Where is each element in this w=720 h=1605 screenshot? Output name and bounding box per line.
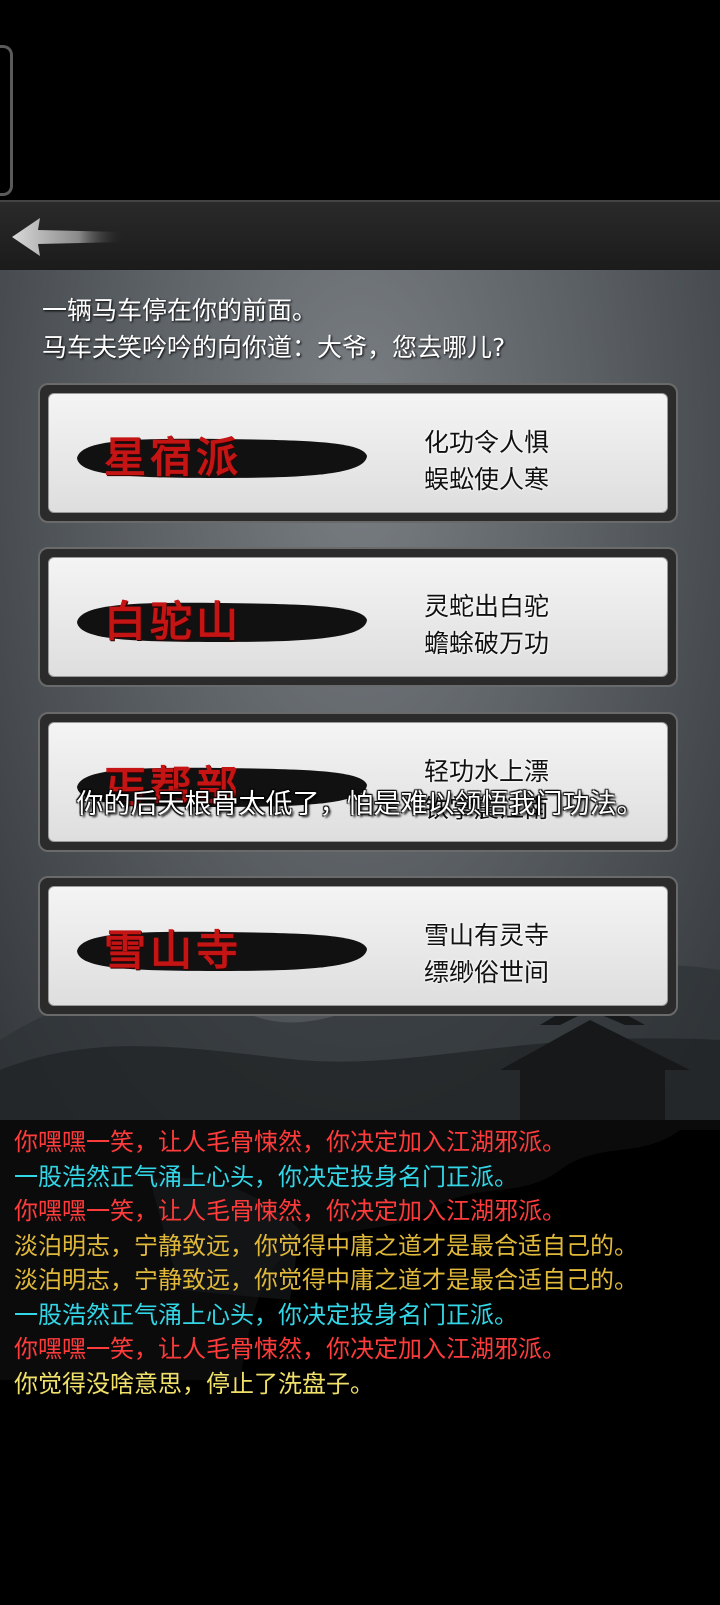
log-line: 你嘿嘿一笑，让人毛骨悚然，你决定加入江湖邪派。 <box>14 1197 566 1225</box>
sect-motto: 化功令人惧 蜈蚣使人寒 <box>424 424 644 498</box>
sect-name: 雪山寺 <box>104 926 243 975</box>
sect-motto-line-1: 雪山有灵寺 <box>424 921 550 950</box>
sect-name: 白驼山 <box>104 597 243 646</box>
sect-motto-line-1: 化功令人惧 <box>424 428 550 457</box>
status-area <box>0 0 720 200</box>
sect-motto-line-2: 蜈蚣使人寒 <box>424 465 550 494</box>
log-line: 你嘿嘿一笑，让人毛骨悚然，你决定加入江湖邪派。 <box>14 1128 566 1156</box>
sect-motto-line-1: 灵蛇出白驼 <box>424 592 550 621</box>
narration-line-2: 马车夫笑吟吟的向你道：大爷，您去哪儿? <box>42 333 506 362</box>
sect-option-baituo[interactable]: 白驼山 灵蛇出白驼 蟾蜍破万功 <box>38 547 678 687</box>
sect-option-xingxiu[interactable]: 星宿派 化功令人惧 蜈蚣使人寒 <box>38 383 678 523</box>
narration-text: 一辆马车停在你的前面。 马车夫笑吟吟的向你道：大爷，您去哪儿? <box>42 292 682 366</box>
back-button[interactable] <box>8 216 128 258</box>
message-log: 你嘿嘿一笑，让人毛骨悚然，你决定加入江湖邪派。 一股浩然正气涌上心头，你决定投身名… <box>14 1125 704 1401</box>
log-line: 淡泊明志，宁静致远，你觉得中庸之道才是最合适自己的。 <box>14 1231 638 1260</box>
sect-card-face: 白驼山 灵蛇出白驼 蟾蜍破万功 <box>48 557 668 677</box>
panel-frame-edge <box>0 45 13 196</box>
sect-card-face: 星宿派 化功令人惧 蜈蚣使人寒 <box>48 393 668 513</box>
back-arrow-icon <box>12 218 123 256</box>
toast-message: 你的后天根骨太低了，怕是难以领悟我门功法。 <box>76 789 644 820</box>
log-line: 你觉得没啥意思，停止了洗盘子。 <box>14 1369 374 1398</box>
log-line: 一股浩然正气涌上心头，你决定投身名门正派。 <box>14 1300 518 1329</box>
sect-motto-line-2: 蟾蜍破万功 <box>424 629 550 658</box>
sect-motto-line-2: 缥缈俗世间 <box>424 958 550 987</box>
log-line: 淡泊明志，宁静致远，你觉得中庸之道才是最合适自己的。 <box>14 1266 638 1294</box>
narration-line-1: 一辆马车停在你的前面。 <box>42 296 318 325</box>
sect-option-xueshan[interactable]: 雪山寺 雪山有灵寺 缥缈俗世间 <box>38 876 678 1016</box>
sect-card-face: 雪山寺 雪山有灵寺 缥缈俗世间 <box>48 886 668 1006</box>
sect-option-gaibang[interactable]: 丐帮部 轻功水上漂 铁掌震江南 <box>38 712 678 852</box>
sect-name: 星宿派 <box>104 433 243 482</box>
log-line: 一股浩然正气涌上心头，你决定投身名门正派。 <box>14 1162 518 1191</box>
header-bar <box>0 200 720 272</box>
sect-motto: 雪山有灵寺 缥缈俗世间 <box>424 917 644 991</box>
log-line: 你嘿嘿一笑，让人毛骨悚然，你决定加入江湖邪派。 <box>14 1335 566 1363</box>
sect-motto: 灵蛇出白驼 蟾蜍破万功 <box>424 588 644 662</box>
